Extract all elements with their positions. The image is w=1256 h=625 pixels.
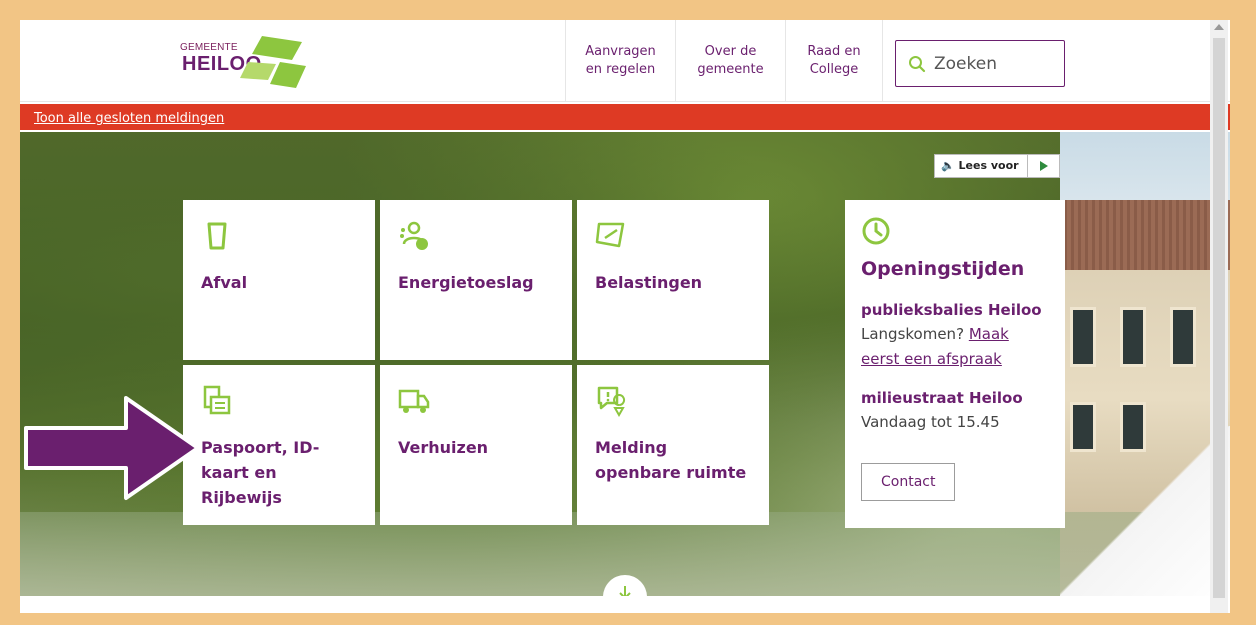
tile-afval[interactable]: Afval — [183, 200, 375, 360]
clock-icon — [862, 217, 890, 245]
search-icon — [909, 55, 926, 72]
readaloud-button[interactable]: 🔈 Lees voor — [934, 154, 1028, 178]
readaloud-widget: 🔈 Lees voor — [934, 154, 1064, 178]
tile-label: Afval — [201, 273, 248, 292]
tile-label: Verhuizen — [398, 438, 489, 457]
hero-roof — [1060, 200, 1230, 270]
tile-melding-openbare-ruimte[interactable]: Melding openbare ruimte — [577, 365, 769, 525]
speaker-icon: 🔈 — [941, 159, 955, 172]
annotation-arrow-icon — [24, 396, 200, 500]
hero-window — [1070, 307, 1096, 367]
hero-banner: 🔈 Lees voor Afval Energietoeslag Belasti… — [20, 132, 1230, 596]
location-milieustraat-hours: Vandaag tot 15.45 — [861, 413, 1000, 431]
hero-window — [1120, 307, 1146, 367]
tile-paspoort-id-rijbewijs[interactable]: Paspoort, ID-kaart en Rijbewijs — [183, 365, 375, 525]
tile-label: Belastingen — [595, 273, 703, 292]
tax-tag-icon — [595, 222, 625, 248]
nav-raad-label: Raad en College — [807, 44, 861, 77]
nav-over-de-gemeente[interactable]: Over de gemeente — [675, 20, 785, 102]
tile-label: Paspoort, ID-kaart en Rijbewijs — [201, 438, 320, 507]
logo-small-text: GEMEENTE — [180, 42, 238, 53]
opening-hours-title: Openingstijden — [861, 258, 1025, 280]
tile-label: Melding openbare ruimte — [595, 438, 747, 482]
tile-verhuizen[interactable]: Verhuizen — [380, 365, 572, 525]
scroll-up-icon[interactable] — [1214, 24, 1224, 30]
scrollbar-thumb[interactable] — [1213, 38, 1225, 598]
moving-truck-icon — [398, 389, 430, 413]
report-location-icon — [597, 386, 626, 418]
tile-label: Energietoeslag — [398, 273, 534, 292]
location-publieksbalies: publieksbalies Heiloo — [861, 301, 1042, 319]
tile-energietoeslag[interactable]: Energietoeslag — [380, 200, 572, 360]
search-input[interactable]: Zoeken — [895, 40, 1065, 87]
nav-raad-en-college[interactable]: Raad en College — [785, 20, 882, 102]
readaloud-label: Lees voor — [958, 159, 1019, 172]
location-publieksbalies-info: Langskomen? Maak eerst een afspraak — [861, 322, 1049, 372]
site-header: GEMEENTE HEILOO Aanvragen en regelen Ove… — [20, 20, 1230, 102]
nav-divider — [882, 20, 883, 102]
search-placeholder: Zoeken — [934, 53, 997, 74]
hero-window — [1170, 307, 1196, 367]
location-milieustraat: milieustraat Heiloo — [861, 389, 1023, 407]
opening-hours-panel: Openingstijden publieksbalies Heiloo Lan… — [845, 200, 1065, 528]
logo-mark-icon — [240, 36, 306, 88]
play-button[interactable] — [1028, 154, 1060, 178]
energy-allowance-icon — [400, 221, 428, 250]
scrollbar[interactable] — [1210, 20, 1228, 613]
arrow-down-icon — [619, 586, 631, 596]
waste-bin-icon — [207, 222, 227, 250]
contact-button[interactable]: Contact — [861, 463, 956, 501]
page-curl — [1060, 426, 1230, 596]
nav-over-label: Over de gemeente — [697, 44, 764, 77]
play-icon — [1039, 161, 1048, 171]
tile-belastingen[interactable]: Belastingen — [577, 200, 769, 360]
gemeente-heiloo-logo[interactable]: GEMEENTE HEILOO — [180, 34, 320, 90]
browser-viewport: GEMEENTE HEILOO Aanvragen en regelen Ove… — [20, 20, 1230, 613]
nav-aanvragen-label: Aanvragen en regelen — [585, 44, 656, 77]
nav-aanvragen[interactable]: Aanvragen en regelen — [565, 20, 675, 102]
alert-bar: Toon alle gesloten meldingen — [20, 104, 1230, 130]
show-closed-notifications-link[interactable]: Toon alle gesloten meldingen — [34, 111, 224, 126]
appointment-prefix: Langskomen? — [861, 325, 965, 343]
